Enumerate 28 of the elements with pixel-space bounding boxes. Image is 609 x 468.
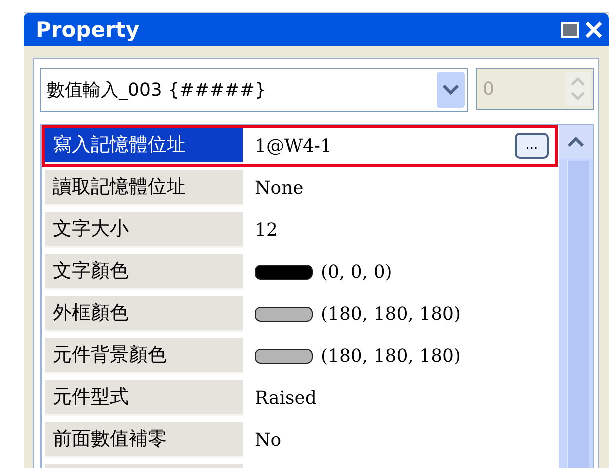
chevron-down-icon — [442, 84, 460, 96]
property-value: 1@W4-1 — [255, 136, 333, 156]
property-value: None — [255, 178, 305, 198]
close-icon[interactable] — [585, 20, 603, 38]
property-name: 文字顏色 — [45, 254, 243, 290]
property-value: (180, 180, 180) — [321, 304, 462, 324]
property-value: (0, 0, 0) — [321, 262, 394, 282]
property-name: 元件背景顏色 — [45, 338, 243, 374]
property-name: 寫入記憶體位址 — [45, 128, 243, 164]
browse-button[interactable]: ... — [515, 133, 549, 159]
property-value: (180, 180, 180) — [321, 346, 462, 366]
property-row[interactable]: 寫入記憶體位址 1@W4-1 ... — [42, 125, 558, 167]
property-value: 12 — [255, 220, 279, 240]
property-name: 讀取記憶體位址 — [45, 170, 243, 206]
scrollbar[interactable] — [558, 125, 593, 468]
chevron-up-icon — [566, 135, 586, 149]
maximize-icon[interactable] — [561, 22, 579, 38]
object-dropdown[interactable]: 數值輸入_003 {#####} — [40, 68, 468, 112]
property-value: No — [255, 430, 283, 450]
dropdown-button[interactable] — [437, 72, 465, 108]
window-title: Property — [36, 18, 141, 42]
property-value: Raised — [255, 388, 318, 408]
property-name: 元件型式 — [45, 380, 243, 416]
property-name: 前面數值補零 — [45, 422, 243, 458]
scroll-up-button[interactable] — [559, 125, 593, 159]
property-name: 文字大小 — [45, 212, 243, 248]
scroll-thumb[interactable] — [567, 161, 589, 468]
property-name: 外框顏色 — [45, 296, 243, 332]
